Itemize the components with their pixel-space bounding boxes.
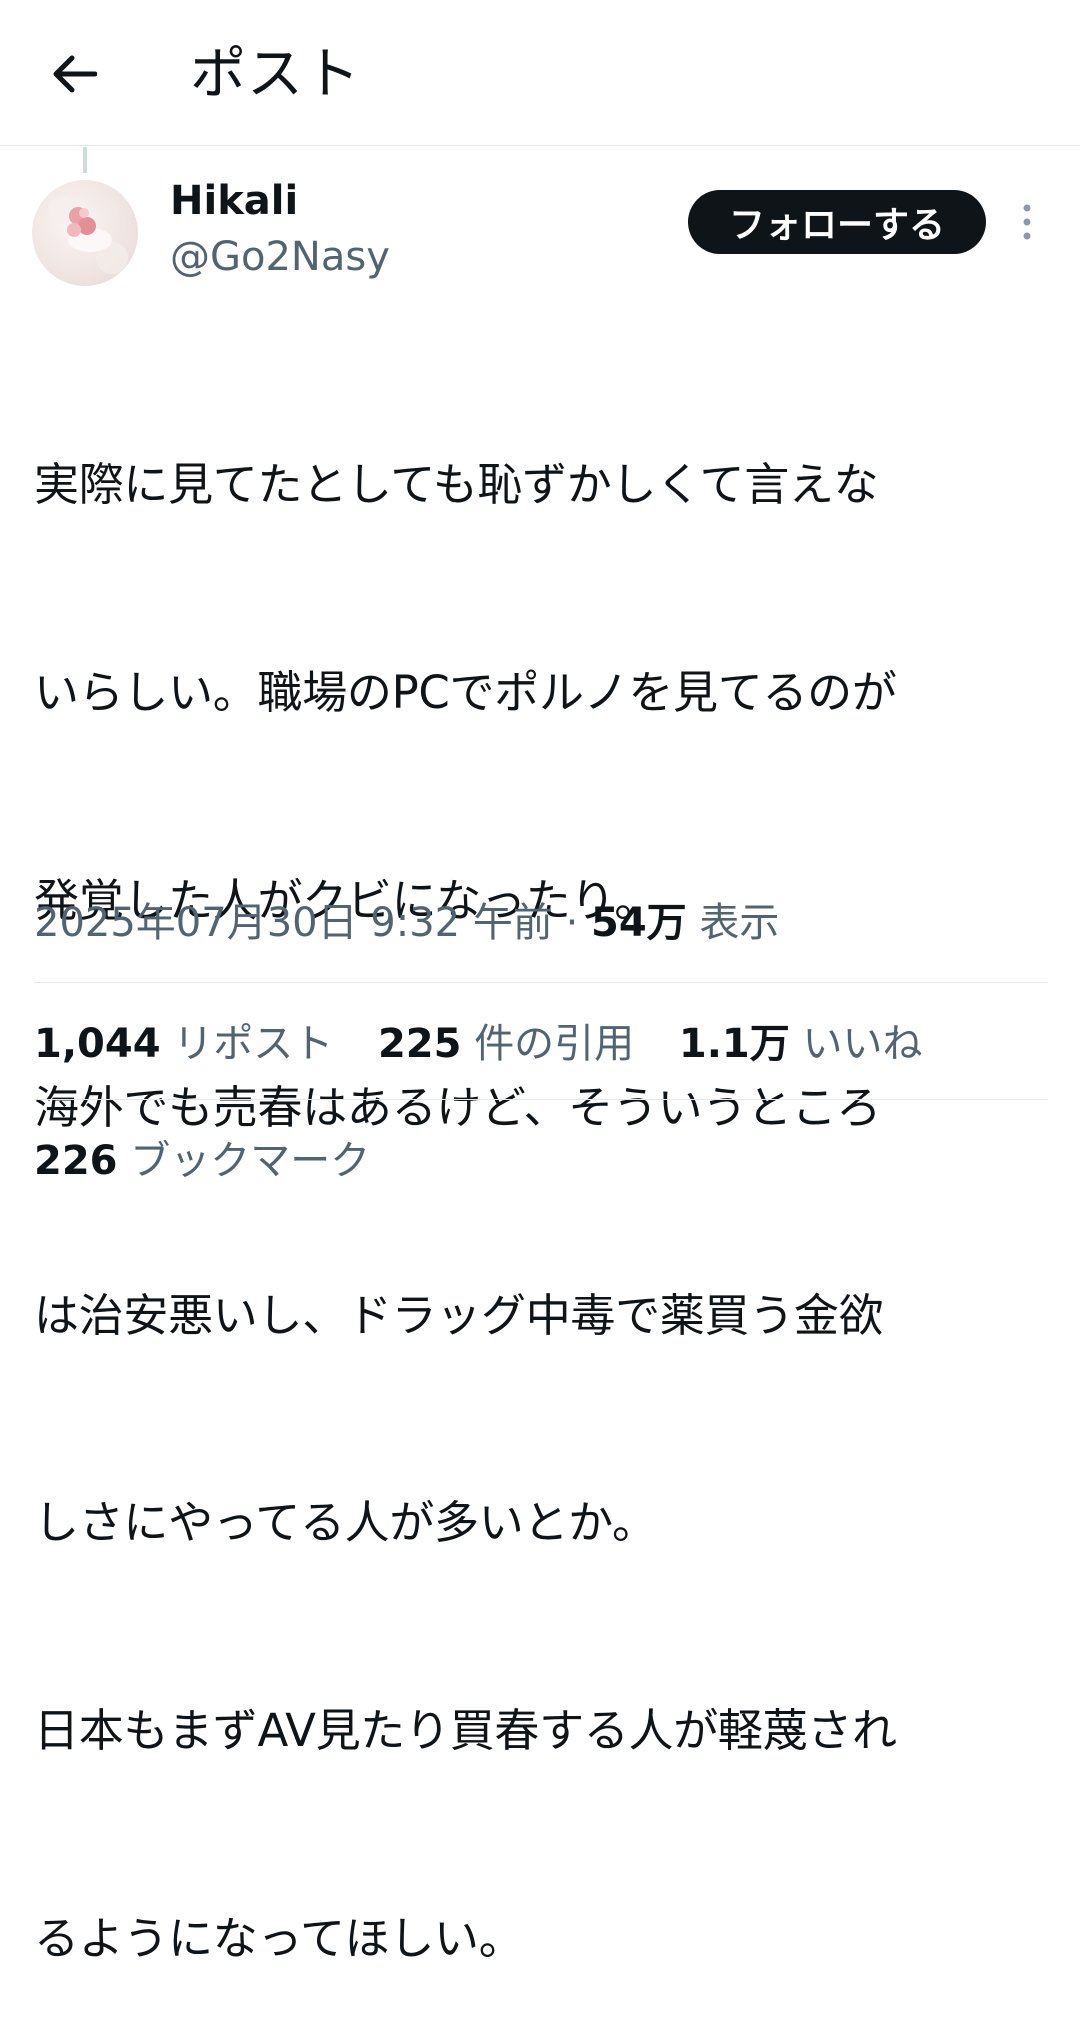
tweet-text-line: 実際に見てたとしても恥ずかしくて言えな <box>34 458 879 512</box>
tweet-text-line: るようになってほしい。 <box>34 1911 524 1965</box>
thread-connector-line <box>83 147 87 173</box>
top-bar: ポスト <box>0 0 1080 146</box>
follow-button[interactable]: フォローする <box>688 190 986 254</box>
views-count: 54万 <box>591 900 687 946</box>
arrow-left-icon <box>53 55 97 93</box>
bookmarks-stat[interactable]: 226 ブックマーク <box>34 1134 370 1188</box>
reposts-count: 1,044 <box>34 1021 161 1067</box>
bookmarks-stats: 226 ブックマーク <box>34 1134 370 1188</box>
quotes-label: 件の引用 <box>474 1021 635 1067</box>
engagement-stats: 1,044 リポスト 225 件の引用 1.1万 いいね <box>34 1017 922 1071</box>
display-name[interactable]: Hikali <box>170 176 298 226</box>
divider <box>34 982 1048 983</box>
likes-stat[interactable]: 1.1万 いいね <box>679 1017 923 1071</box>
meta-separator: · <box>565 900 579 946</box>
tweet-text-line: いらしい。職場のPCでポルノを見てるのが <box>34 666 897 720</box>
bookmarks-label: ブックマーク <box>130 1138 371 1184</box>
likes-count: 1.1万 <box>678 1021 790 1067</box>
quotes-count: 225 <box>377 1021 462 1067</box>
tweet-text-line: 海外でも売春はあるけど、そういうところ <box>34 1081 882 1135</box>
reposts-stat[interactable]: 1,044 リポスト <box>34 1017 333 1071</box>
timestamp[interactable]: 2025年07月30日 9:32 午前 <box>34 900 553 946</box>
likes-label: いいね <box>802 1021 923 1067</box>
page-title: ポスト <box>190 42 361 107</box>
avatar-image <box>48 196 128 274</box>
more-vertical-icon <box>1023 204 1031 240</box>
tweet-text-line: 日本もまずAV見たり買春する人が軽蔑され <box>34 1704 897 1758</box>
bookmarks-count: 226 <box>34 1138 118 1184</box>
user-handle[interactable]: @Go2Nasy <box>170 232 390 282</box>
divider <box>34 1099 1048 1100</box>
back-button[interactable] <box>44 44 104 104</box>
tweet-meta: 2025年07月30日 9:32 午前 · 54万 表示 <box>34 896 779 950</box>
tweet-text-line: しさにやってる人が多いとか。 <box>34 1496 657 1550</box>
avatar[interactable] <box>32 180 138 286</box>
tweet-text-line: は治安悪いし、ドラッグ中毒で薬買う金欲 <box>34 1288 884 1342</box>
reposts-label: リポスト <box>173 1021 334 1067</box>
views-label: 表示 <box>699 900 780 946</box>
more-options-button[interactable] <box>1006 198 1048 246</box>
quotes-stat[interactable]: 225 件の引用 <box>378 1017 634 1071</box>
